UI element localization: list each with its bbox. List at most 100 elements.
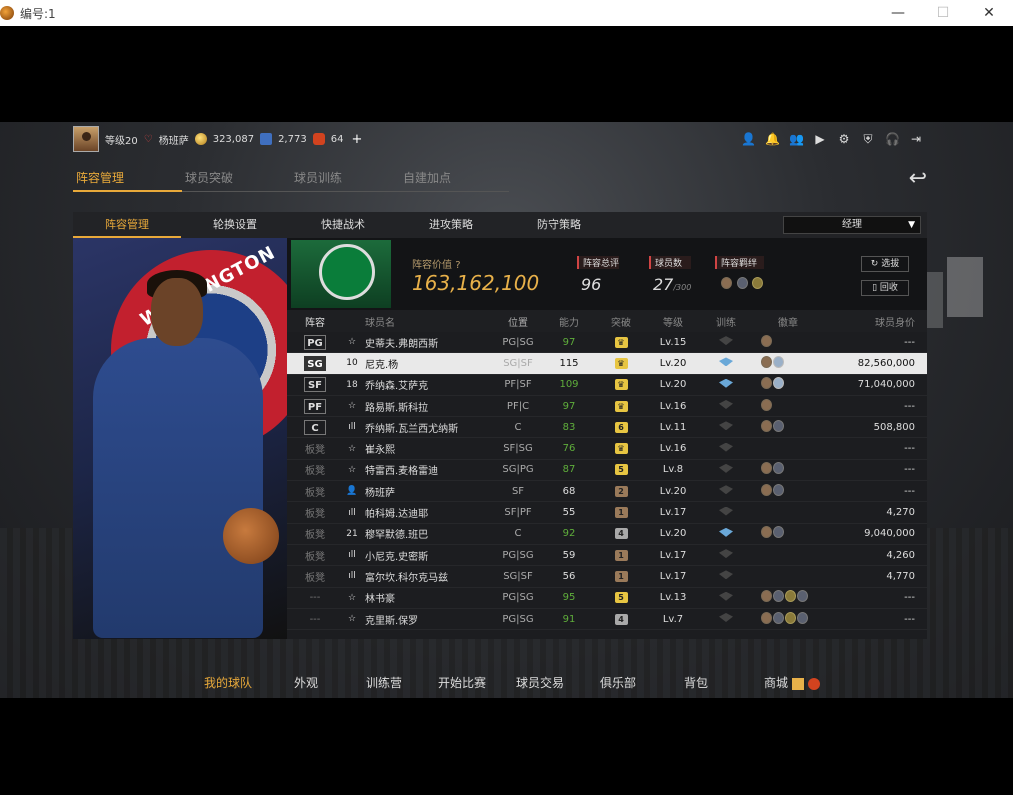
badge-icon[interactable]	[773, 419, 784, 432]
exit-icon[interactable]: ⇥	[909, 132, 923, 146]
bond-icon[interactable]	[721, 277, 732, 289]
table-row[interactable]: SG 10 尼克.杨 SG|SF 115 ♛ Lv.20 82,560,000	[287, 353, 927, 375]
table-row[interactable]: 板凳 ☆ 特雷西.麦格雷迪 SG|PG 87 5 Lv.8 ---	[287, 460, 927, 482]
table-row[interactable]: PG ☆ 史蒂夫.弗朗西斯 PG|SG 97 ♛ Lv.15 ---	[287, 332, 927, 354]
training-gem-icon[interactable]	[719, 336, 733, 346]
badge-icon[interactable]	[785, 590, 796, 603]
friends-icon[interactable]: 👥	[789, 132, 804, 146]
training-gem-icon[interactable]	[719, 421, 733, 431]
badge-icon[interactable]	[773, 462, 784, 475]
subtab-offense[interactable]: 进攻策略	[397, 212, 505, 238]
badge-icon[interactable]	[761, 611, 772, 624]
training-gem-icon[interactable]	[719, 506, 733, 516]
shield-user-icon[interactable]: ⛨	[861, 132, 875, 146]
badge-icon[interactable]	[797, 590, 808, 603]
table-row[interactable]: 板凳 ıll 富尔坎.科尔克马兹 SG|SF 56 1 Lv.17 4,770	[287, 566, 927, 588]
badge-icon[interactable]	[761, 398, 772, 411]
tab-player-breakthrough[interactable]: 球员突破	[182, 168, 291, 192]
badge-icon[interactable]	[797, 611, 808, 624]
video-icon[interactable]: ▶	[813, 132, 827, 146]
table-row[interactable]: 板凳 21 穆罕默德.班巴 C 92 4 Lv.20 9,040,000	[287, 524, 927, 545]
badge-icon[interactable]	[761, 377, 772, 390]
training-gem-icon[interactable]	[719, 485, 733, 495]
training-gem-icon[interactable]	[719, 591, 733, 601]
subtab-lineup[interactable]: 阵容管理	[73, 212, 181, 238]
training-gem-icon[interactable]	[719, 570, 733, 580]
badge-icon[interactable]	[761, 334, 772, 347]
player-value: ---	[904, 613, 915, 625]
help-icon[interactable]: ?	[455, 260, 460, 271]
profile-icon[interactable]: 👤	[741, 132, 756, 146]
subtab-quick-tactics[interactable]: 快捷战术	[289, 212, 397, 238]
subtab-defense[interactable]: 防守策略	[505, 212, 613, 238]
add-currency-button[interactable]: +	[351, 132, 362, 147]
col-name: 球员名	[365, 317, 395, 329]
training-gem-icon[interactable]	[719, 613, 733, 622]
badge-icon[interactable]	[761, 526, 772, 539]
badge-icon[interactable]	[773, 483, 784, 496]
badge-icon[interactable]	[785, 611, 796, 624]
badge-icon[interactable]	[773, 526, 784, 539]
badge-icon[interactable]	[773, 611, 784, 624]
table-row[interactable]: PF ☆ 路易斯.斯科拉 PF|C 97 ♛ Lv.16 ---	[287, 396, 927, 418]
recycle-button[interactable]: ▯ 回收	[861, 280, 909, 296]
breakthrough-shield-icon: ♛	[614, 400, 628, 412]
back-arrow-icon[interactable]: ↩	[909, 166, 927, 191]
player-level: Lv.17	[659, 570, 687, 582]
subtab-rotation[interactable]: 轮换设置	[181, 212, 289, 238]
nav-backpack[interactable]: 背包	[684, 674, 708, 691]
nav-training-camp[interactable]: 训练营	[366, 674, 402, 691]
tab-lineup-management[interactable]: 阵容管理	[73, 168, 182, 192]
nav-shop[interactable]: 商城	[764, 674, 820, 691]
table-row[interactable]: 板凳 👤 杨班萨 SF 68 2 Lv.20 ---	[287, 481, 927, 503]
nav-club[interactable]: 俱乐部	[600, 674, 636, 691]
training-gem-icon[interactable]	[719, 442, 733, 452]
tab-player-training[interactable]: 球员训练	[291, 168, 400, 192]
bond-icon[interactable]	[736, 277, 748, 289]
badge-icon[interactable]	[761, 590, 772, 603]
nav-appearance[interactable]: 外观	[294, 674, 318, 691]
col-value: 球员身价	[875, 317, 915, 329]
table-row[interactable]: SF 18 乔纳森.艾萨克 PF|SF 109 ♛ Lv.20 71,040,0…	[287, 375, 927, 396]
user-avatar[interactable]	[73, 126, 99, 152]
player-value: 4,270	[886, 507, 915, 519]
badge-icon[interactable]	[761, 462, 772, 475]
badge-icon[interactable]	[773, 377, 784, 390]
training-gem-icon[interactable]	[719, 400, 733, 410]
pick-button[interactable]: ↻ 选拔	[861, 256, 909, 272]
tab-custom-points[interactable]: 自建加点	[400, 168, 509, 192]
table-row[interactable]: 板凳 ☆ 崔永熙 SF|SG 76 ♛ Lv.16 ---	[287, 438, 927, 460]
nav-start-game[interactable]: 开始比赛	[438, 674, 486, 691]
badge-icon[interactable]	[761, 355, 772, 368]
table-row[interactable]: 板凳 ıll 帕科姆.达迪耶 SF|PF 55 1 Lv.17 4,270	[287, 502, 927, 524]
table-row[interactable]: C ıll 乔纳斯.瓦兰西尤纳斯 C 83 6 Lv.11 508,800	[287, 417, 927, 439]
badge-icon[interactable]	[761, 483, 772, 496]
training-gem-icon[interactable]	[719, 378, 733, 388]
gear-icon[interactable]: ⚙	[837, 132, 851, 146]
badge-icon[interactable]	[773, 590, 784, 603]
badge-icon[interactable]	[761, 419, 772, 432]
nav-player-trade[interactable]: 球员交易	[516, 674, 564, 691]
player-level: Lv.11	[659, 421, 687, 433]
player-name: 林书豪	[365, 594, 395, 606]
training-gem-icon[interactable]	[719, 527, 733, 537]
nav-my-team[interactable]: 我的球队	[204, 674, 252, 691]
training-gem-icon[interactable]	[719, 357, 733, 367]
role-dropdown[interactable]: 经理 ▼	[783, 216, 921, 234]
table-row[interactable]: --- ☆ 林书豪 PG|SG 95 5 Lv.13 ---	[287, 588, 927, 609]
table-row[interactable]: --- ☆ 克里斯.保罗 PG|SG 91 4 Lv.7 ---	[287, 609, 927, 631]
maximize-button[interactable]: ☐	[920, 0, 966, 26]
minimize-button[interactable]: —	[875, 0, 921, 26]
training-gem-icon[interactable]	[719, 549, 733, 559]
training-gem-icon[interactable]	[719, 463, 733, 473]
breakthrough-shield-icon: 1	[614, 507, 628, 519]
slot-badge: PG	[304, 334, 326, 350]
bond-icon[interactable]	[752, 277, 763, 289]
bell-icon[interactable]: 🔔	[765, 132, 780, 146]
close-button[interactable]: ✕	[966, 0, 1012, 26]
headset-icon[interactable]: 🎧	[885, 132, 900, 146]
slot-badge: PF	[304, 398, 326, 414]
badge-icon[interactable]	[773, 355, 784, 368]
table-row[interactable]: 板凳 ıll 小尼克.史密斯 PG|SG 59 1 Lv.17 4,260	[287, 545, 927, 567]
player-level: Lv.20	[659, 528, 687, 540]
